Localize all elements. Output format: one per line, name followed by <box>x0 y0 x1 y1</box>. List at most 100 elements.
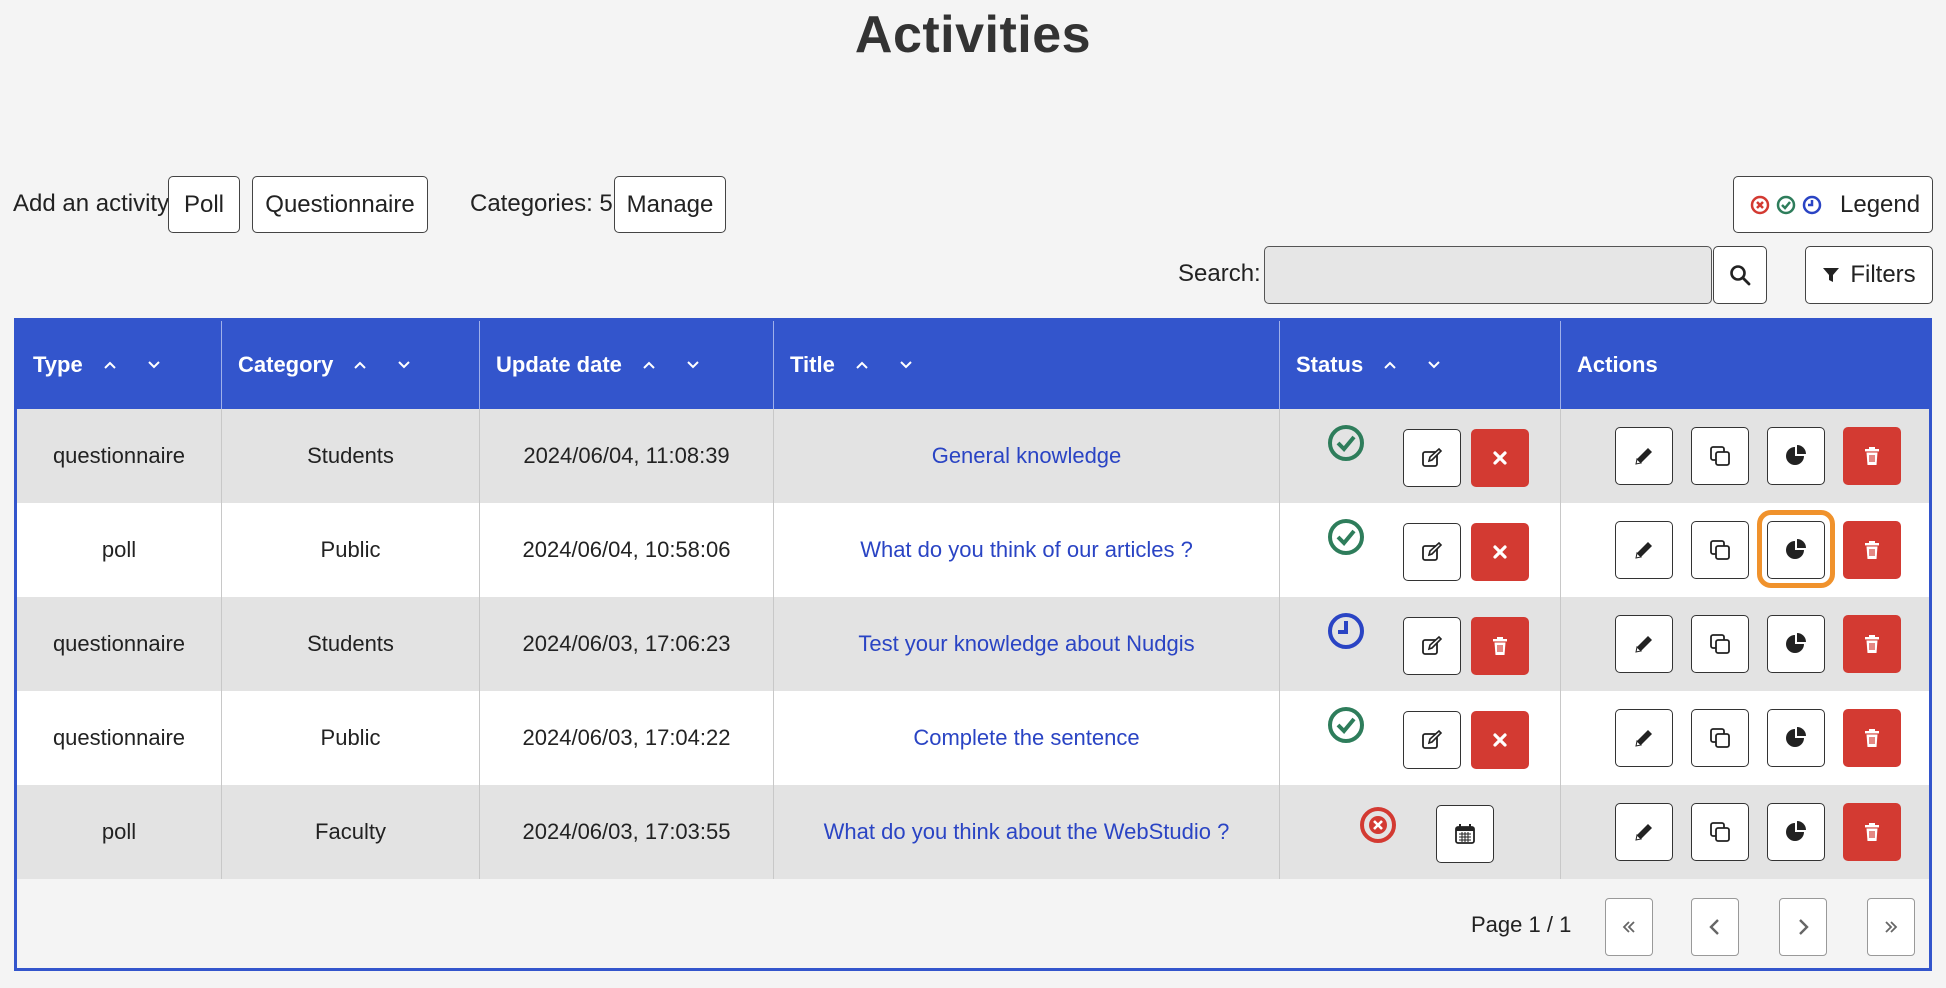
edit-status-button[interactable] <box>1403 429 1461 487</box>
edit-activity-button[interactable] <box>1615 709 1673 767</box>
sort-desc-icon[interactable] <box>899 360 913 370</box>
status-cell <box>1280 409 1561 503</box>
category-cell: Students <box>222 597 480 691</box>
column-update-date-label: Update date <box>496 352 622 377</box>
column-title[interactable]: Title <box>774 321 1280 409</box>
edit-activity-button[interactable] <box>1615 615 1673 673</box>
title-cell[interactable]: Test your knowledge about Nudgis <box>774 597 1280 691</box>
double-chevron-right-icon <box>1885 921 1898 933</box>
search-input[interactable] <box>1264 246 1712 304</box>
first-page-button[interactable] <box>1605 898 1653 956</box>
type-cell: questionnaire <box>17 691 222 785</box>
edit-activity-button[interactable] <box>1615 521 1673 579</box>
x-circle-icon <box>1358 805 1398 845</box>
column-type-label: Type <box>33 352 83 377</box>
sort-asc-icon[interactable] <box>353 360 367 370</box>
copy-icon <box>1708 444 1732 468</box>
copy-icon <box>1708 726 1732 750</box>
sort-desc-icon[interactable] <box>147 360 161 370</box>
sort-desc-icon[interactable] <box>397 360 411 370</box>
sort-asc-icon[interactable] <box>103 360 117 370</box>
sort-asc-icon[interactable] <box>1383 360 1397 370</box>
filter-icon <box>1823 268 1840 282</box>
edit-icon <box>1421 635 1443 657</box>
sort-desc-icon[interactable] <box>1427 360 1441 370</box>
sort-asc-icon[interactable] <box>855 360 869 370</box>
delete-activity-button[interactable] <box>1843 615 1901 673</box>
pencil-icon <box>1633 821 1655 843</box>
title-cell[interactable]: Complete the sentence <box>774 691 1280 785</box>
manage-categories-button[interactable]: Manage <box>614 176 726 233</box>
chevron-right-icon <box>1799 919 1809 935</box>
last-page-button[interactable] <box>1867 898 1915 956</box>
add-poll-button[interactable]: Poll <box>168 176 240 233</box>
results-button[interactable] <box>1767 427 1825 485</box>
duplicate-button[interactable] <box>1691 521 1749 579</box>
status-cell <box>1280 597 1561 691</box>
sort-asc-icon[interactable] <box>642 360 656 370</box>
actions-cell <box>1561 691 1929 785</box>
column-type[interactable]: Type <box>17 321 222 409</box>
column-category[interactable]: Category <box>222 321 480 409</box>
check-circle-icon <box>1776 195 1796 214</box>
unpublish-button[interactable] <box>1471 429 1529 487</box>
filters-label: Filters <box>1850 261 1916 288</box>
copy-icon <box>1708 632 1732 656</box>
legend-label: Legend <box>1840 190 1921 218</box>
column-status-label: Status <box>1296 352 1364 377</box>
type-cell: poll <box>17 785 222 879</box>
copy-icon <box>1708 820 1732 844</box>
column-update-date[interactable]: Update date <box>480 321 774 409</box>
duplicate-button[interactable] <box>1691 803 1749 861</box>
next-page-button[interactable] <box>1779 898 1827 956</box>
results-button[interactable] <box>1767 803 1825 861</box>
clock-icon <box>1326 611 1366 651</box>
duplicate-button[interactable] <box>1691 615 1749 673</box>
search-label: Search: <box>1178 260 1261 287</box>
title-cell[interactable]: What do you think about the WebStudio ? <box>774 785 1280 879</box>
actions-cell <box>1561 785 1929 879</box>
column-status[interactable]: Status <box>1280 321 1561 409</box>
title-cell[interactable]: What do you think of our articles ? <box>774 503 1280 597</box>
edit-activity-button[interactable] <box>1615 803 1673 861</box>
column-title-label: Title <box>790 352 835 377</box>
trash-icon <box>1863 540 1881 560</box>
title-cell[interactable]: General knowledge <box>774 409 1280 503</box>
add-activity-label: Add an activity: <box>13 190 176 217</box>
duplicate-button[interactable] <box>1691 709 1749 767</box>
actions-cell <box>1561 409 1929 503</box>
status-cell <box>1280 503 1561 597</box>
update-date-cell: 2024/06/03, 17:06:23 <box>480 597 774 691</box>
previous-page-button[interactable] <box>1691 898 1739 956</box>
unpublish-button[interactable] <box>1471 523 1529 581</box>
close-icon <box>1491 449 1509 467</box>
delete-activity-button[interactable] <box>1843 709 1901 767</box>
delete-activity-button[interactable] <box>1843 521 1901 579</box>
sort-desc-icon[interactable] <box>686 360 700 370</box>
column-actions-label: Actions <box>1577 352 1658 377</box>
edit-activity-button[interactable] <box>1615 427 1673 485</box>
edit-status-button[interactable] <box>1403 523 1461 581</box>
trash-icon <box>1491 636 1509 656</box>
duplicate-button[interactable] <box>1691 427 1749 485</box>
page-title: Activities <box>854 6 1092 64</box>
unpublish-button[interactable] <box>1471 711 1529 769</box>
results-button[interactable] <box>1767 615 1825 673</box>
delete-activity-button[interactable] <box>1843 427 1901 485</box>
category-cell: Public <box>222 691 480 785</box>
schedule-button[interactable] <box>1436 805 1494 863</box>
results-button[interactable] <box>1767 709 1825 767</box>
search-button[interactable] <box>1713 246 1767 304</box>
update-date-cell: 2024/06/04, 10:58:06 <box>480 503 774 597</box>
edit-status-button[interactable] <box>1403 617 1461 675</box>
pie-chart-icon <box>1784 726 1808 750</box>
highlight-ring <box>1757 510 1835 588</box>
filters-button[interactable]: Filters <box>1805 246 1933 304</box>
delete-activity-button[interactable] <box>1843 803 1901 861</box>
trash-icon <box>1863 728 1881 748</box>
edit-status-button[interactable] <box>1403 711 1461 769</box>
add-questionnaire-button[interactable]: Questionnaire <box>252 176 428 233</box>
status-cell <box>1280 691 1561 785</box>
legend-button[interactable]: Legend <box>1733 176 1933 233</box>
delete-schedule-button[interactable] <box>1471 617 1529 675</box>
